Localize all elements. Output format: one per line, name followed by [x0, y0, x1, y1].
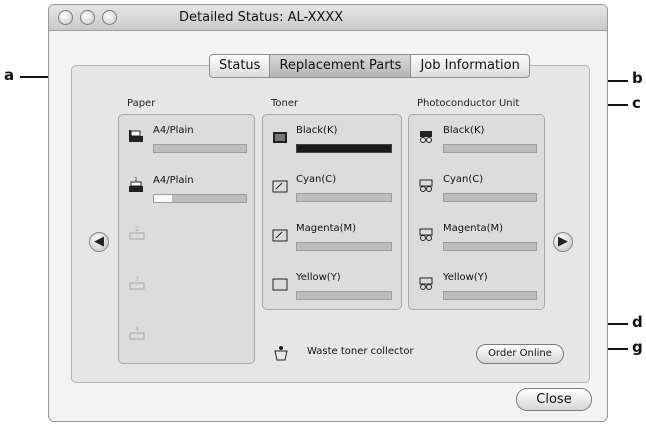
photoconductor-item: Yellow(Y) [409, 268, 544, 308]
toner-level-bar [296, 242, 392, 251]
paper-tray-icon [129, 130, 143, 142]
callout-label-c: c [632, 94, 641, 112]
waste-toner-icon [274, 346, 288, 361]
photoconductor-item: Cyan(C) [409, 170, 544, 210]
paper-level-fill [154, 195, 173, 202]
photoconductor-label: Cyan(C) [443, 174, 484, 185]
paper-tray-label: A4/Plain [153, 125, 194, 136]
photoconductor-section-label: Photoconductor Unit [417, 98, 520, 109]
toner-label: Cyan(C) [296, 174, 337, 185]
toner-section-label: Toner [271, 98, 299, 109]
photoconductor-item: Black(K) [409, 121, 544, 161]
next-page-button[interactable]: ▶ [553, 232, 573, 252]
paper-tray-item: 1 A4/Plain [119, 171, 254, 211]
replacement-parts-group: Paper Toner Photoconductor Unit ◀ ▶ A4/P… [71, 65, 590, 383]
toner-cartridge-icon [272, 278, 288, 291]
tab-replacement-parts[interactable]: Replacement Parts [270, 55, 412, 77]
minimize-window-button[interactable] [80, 10, 95, 25]
inactive-tray-icon: 4 [129, 326, 145, 340]
tray-number: 4 [135, 326, 139, 333]
photoconductor-level-bar [443, 291, 537, 300]
toner-level-bar [296, 193, 392, 202]
paper-level-bar [153, 144, 247, 153]
photoconductor-level-bar [443, 193, 537, 202]
toner-panel: Black(K) Cyan(C) Magenta(M) Yellow(Y) [262, 114, 402, 310]
paper-level-bar [153, 194, 247, 203]
toner-item: Cyan(C) [263, 170, 401, 210]
paper-panel: A4/Plain 1 A4/Plain 2 3 4 [118, 114, 255, 364]
toner-label: Magenta(M) [296, 223, 357, 234]
photoconductor-level-bar [443, 242, 537, 251]
order-online-button[interactable]: Order Online [476, 344, 564, 364]
photoconductor-level-bar [443, 144, 537, 153]
paper-tray-item: A4/Plain [119, 121, 254, 161]
toner-cartridge-icon [272, 180, 288, 193]
title-bar: Detailed Status: AL-XXXX [49, 5, 607, 31]
waste-toner-label: Waste toner collector [307, 346, 414, 357]
toner-item: Magenta(M) [263, 219, 401, 259]
toner-item: Black(K) [263, 121, 401, 161]
photoconductor-icon [419, 179, 433, 192]
paper-section-label: Paper [127, 98, 156, 109]
tab-job-information[interactable]: Job Information [411, 55, 528, 77]
callout-label-d: d [632, 313, 643, 331]
inactive-tray-icon: 3 [129, 276, 145, 290]
photoconductor-icon [420, 131, 432, 143]
tray-number: 2 [135, 226, 139, 233]
tab-status[interactable]: Status [210, 55, 271, 77]
toner-label: Black(K) [296, 125, 338, 136]
close-button[interactable]: Close [516, 388, 592, 411]
window-title: Detailed Status: AL-XXXX [179, 10, 344, 25]
callout-label-g: g [632, 338, 643, 356]
toner-label: Yellow(Y) [296, 272, 341, 283]
toner-item: Yellow(Y) [263, 268, 401, 308]
toner-cartridge-icon [273, 132, 287, 143]
detailed-status-window: Detailed Status: AL-XXXX Status Replacem… [48, 4, 608, 422]
paper-tray-label: A4/Plain [153, 175, 194, 186]
photoconductor-item: Magenta(M) [409, 219, 544, 259]
photoconductor-panel: Black(K) Cyan(C) Magenta(M) Yellow(Y) [408, 114, 545, 310]
photoconductor-label: Magenta(M) [443, 223, 504, 234]
svg-text:1: 1 [134, 177, 137, 183]
toner-level-bar [296, 144, 392, 153]
inactive-tray-icon: 2 [129, 226, 145, 240]
zoom-window-button[interactable] [102, 10, 117, 25]
tab-bar: Status Replacement Parts Job Information [209, 54, 530, 78]
previous-page-button[interactable]: ◀ [89, 232, 109, 252]
callout-label-a: a [4, 66, 15, 84]
photoconductor-label: Black(K) [443, 125, 485, 136]
photoconductor-icon [419, 277, 433, 290]
toner-cartridge-icon [272, 229, 288, 242]
paper-tray-icon: 1 [129, 177, 143, 192]
photoconductor-label: Yellow(Y) [443, 272, 488, 283]
tray-number: 3 [135, 276, 139, 283]
close-window-button[interactable] [58, 10, 73, 25]
toner-level-bar [296, 291, 392, 300]
callout-label-b: b [632, 69, 643, 87]
photoconductor-icon [419, 228, 433, 241]
